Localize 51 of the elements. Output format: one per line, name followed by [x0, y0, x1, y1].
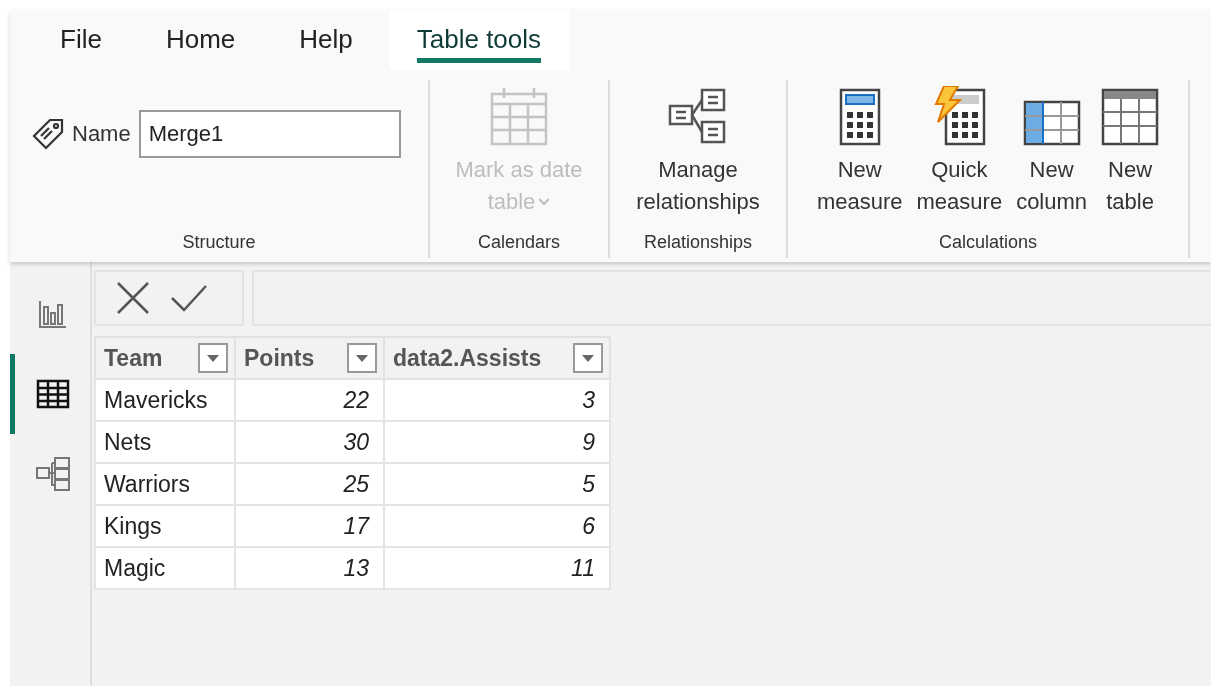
relationships-icon — [668, 88, 728, 146]
chevron-down-icon — [538, 198, 551, 206]
ribbon-tab[interactable]: Home — [137, 10, 264, 70]
table-cell: 3 — [384, 379, 610, 421]
table-cell: Warriors — [95, 463, 235, 505]
close-icon[interactable] — [116, 281, 150, 315]
table-cell: 25 — [235, 463, 384, 505]
model-icon — [34, 456, 71, 492]
calculator-icon — [838, 88, 881, 146]
table-icon — [1101, 88, 1160, 146]
table-cell: 17 — [235, 505, 384, 547]
checkmark-icon[interactable] — [170, 284, 208, 312]
table-cell: 5 — [384, 463, 610, 505]
ribbon-button[interactable]: Manage relationships — [632, 82, 764, 232]
ribbon-tab[interactable]: Table tools — [388, 10, 570, 70]
table-cell: 11 — [384, 547, 610, 589]
group-label: Calendars — [476, 232, 561, 254]
group-label: Structure — [181, 232, 257, 254]
column-name: Points — [244, 344, 315, 372]
filter-dropdown-button[interactable] — [347, 343, 377, 373]
calendar-icon — [490, 86, 548, 146]
table-cell: Kings — [95, 505, 235, 547]
table-cell: 30 — [235, 421, 384, 463]
name-input-field[interactable]: Merge1 — [138, 110, 401, 158]
group-label: Relationships — [642, 232, 754, 254]
ribbon-button[interactable]: New measure — [812, 82, 907, 232]
table-icon — [35, 379, 70, 409]
bar-chart-icon — [37, 299, 68, 329]
table-cell: Nets — [95, 421, 235, 463]
table-cell: 6 — [384, 505, 610, 547]
caret-down-icon — [207, 354, 219, 362]
column-name: Team — [104, 344, 163, 372]
table-column-icon — [1022, 100, 1081, 146]
filter-dropdown-button[interactable] — [198, 343, 228, 373]
ribbon-button[interactable]: Quick measure — [912, 82, 1007, 232]
column-name: data2.Assists — [393, 344, 542, 372]
tag-icon — [32, 118, 64, 150]
filter-dropdown-button[interactable] — [573, 343, 603, 373]
group-label: Calculations — [937, 232, 1039, 254]
ribbon-tab[interactable]: Help — [271, 10, 381, 70]
table-cell: Magic — [95, 547, 235, 589]
table-cell: 9 — [384, 421, 610, 463]
table-cell: 13 — [235, 547, 384, 589]
table-cell: Mavericks — [95, 379, 235, 421]
ribbon-button[interactable]: New table — [1097, 82, 1164, 232]
ribbon-button[interactable]: New column — [1012, 82, 1092, 232]
caret-down-icon — [582, 354, 594, 362]
caret-down-icon — [356, 354, 368, 362]
name-label: Name — [72, 121, 131, 147]
table-cell: 22 — [235, 379, 384, 421]
ribbon-tab[interactable]: File — [32, 10, 130, 70]
